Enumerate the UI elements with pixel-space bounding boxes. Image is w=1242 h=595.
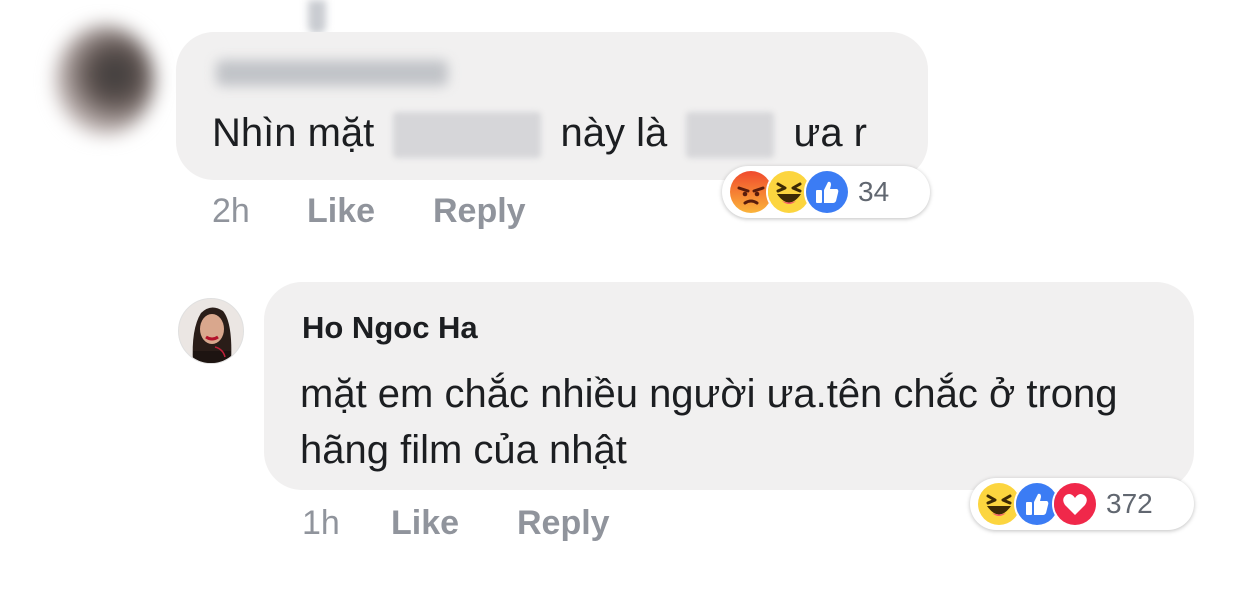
redacted-text [686,112,775,159]
previous-comment-line [308,0,326,34]
reply-button[interactable]: Reply [433,192,526,231]
reactions-summary[interactable]: 372 [970,478,1194,530]
comment-text-part: Nhìn mặt [212,111,375,155]
reaction-count: 34 [858,176,890,207]
timestamp[interactable]: 2h [212,192,250,231]
redacted-text [393,112,542,159]
avatar-image [179,299,243,363]
love-reaction-icon [1052,481,1098,527]
reply-button[interactable]: Reply [517,504,610,543]
avatar[interactable] [178,298,244,364]
comment-text: Nhìn mặt này là ưa r [212,110,868,159]
like-button[interactable]: Like [307,192,375,231]
comment-text-part: ưa r [793,111,868,155]
comment-text: mặt em chắc nhiều người ưa.tên chắc ở tr… [300,372,1118,472]
like-button[interactable]: Like [391,504,459,543]
reaction-count: 372 [1106,488,1153,519]
comment-text-part: này là [560,111,668,155]
timestamp[interactable]: 1h [302,504,340,543]
redacted-author-name[interactable] [216,60,448,86]
avatar[interactable] [55,25,155,135]
comment-author[interactable]: Ho Ngoc Ha [302,310,478,346]
like-reaction-icon [804,169,850,215]
reactions-summary[interactable]: 34 [722,166,930,218]
